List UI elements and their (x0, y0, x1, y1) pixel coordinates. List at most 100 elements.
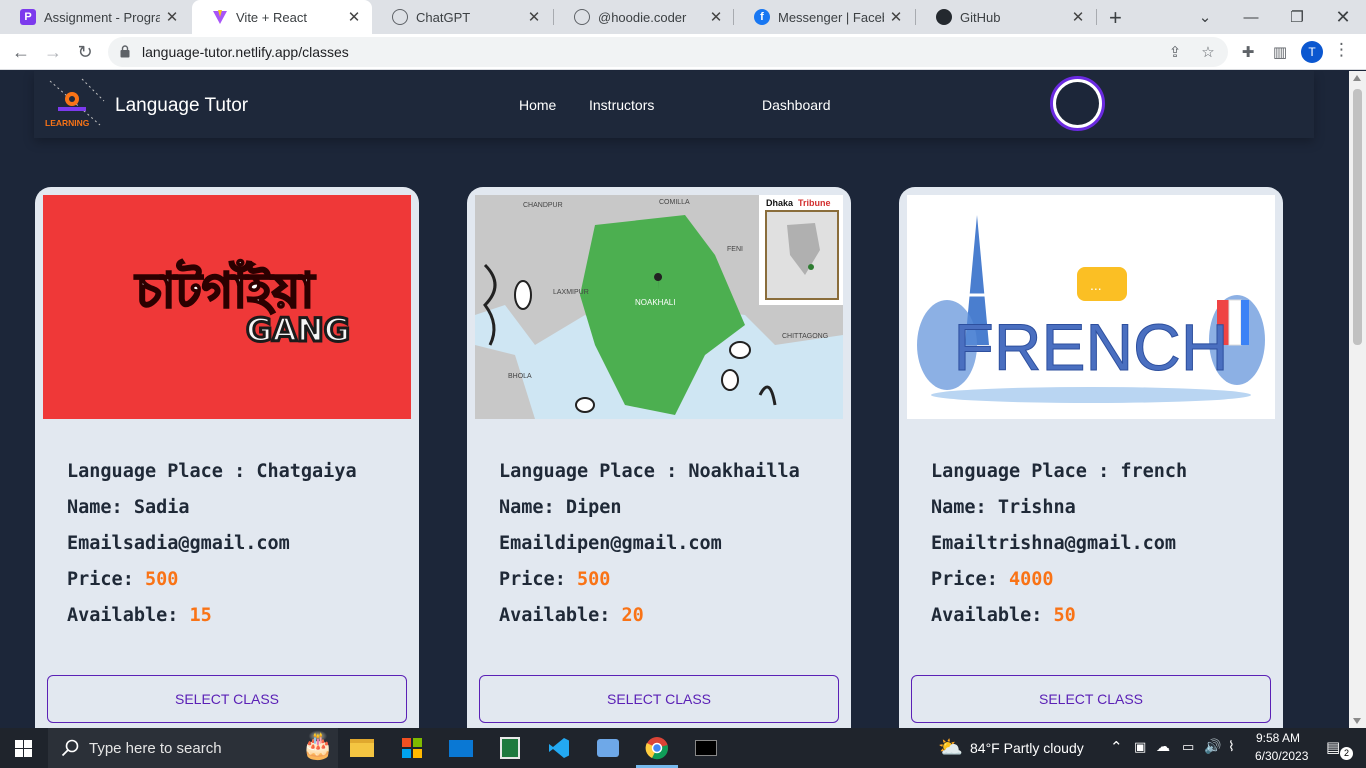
more-menu-icon[interactable]: ⋮ (1333, 40, 1350, 60)
svg-text:CHITTAGONG: CHITTAGONG (782, 333, 828, 340)
scroll-up-arrow-icon[interactable] (1353, 75, 1361, 81)
tab-assignment[interactable]: P Assignment - Program ✕ (0, 0, 190, 34)
share-icon[interactable]: ⇪ (1165, 42, 1185, 62)
taskbar-search-box[interactable]: Type here to search 🎂 (48, 728, 338, 768)
page-scrollbar[interactable] (1349, 71, 1366, 728)
close-tab-icon[interactable]: ✕ (1066, 8, 1090, 26)
mail-icon[interactable] (445, 732, 477, 764)
email-row: Emailsadia@gmail.com (67, 533, 290, 554)
search-icon (61, 739, 79, 757)
tab-messenger[interactable]: f Messenger | Facebook ✕ (734, 0, 914, 34)
close-tab-icon[interactable]: ✕ (522, 8, 546, 26)
extensions-puzzle-icon[interactable]: ✚ (1238, 42, 1258, 62)
onedrive-cloud-icon[interactable]: ☁ (1156, 738, 1170, 755)
birthday-cake-icon: 🎂 (301, 730, 334, 760)
user-avatar[interactable] (1050, 76, 1105, 131)
close-window-button[interactable]: ✕ (1320, 0, 1366, 34)
maximize-button[interactable]: ❐ (1274, 0, 1320, 34)
close-tab-icon[interactable]: ✕ (884, 8, 908, 26)
price-row: Price: 500 (499, 569, 611, 590)
tab-separator (1096, 9, 1097, 25)
class-card: চাটগাঁইয়া GANG Language Place : Chatgai… (35, 187, 419, 728)
price-value: 500 (576, 569, 611, 590)
clock-date[interactable]: 6/30/2023 (1255, 749, 1308, 763)
lock-icon (120, 45, 130, 58)
tab-search-chevron-icon[interactable]: ⌄ (1182, 0, 1228, 34)
tab-hoodie-coder[interactable]: @hoodie.coder ✕ (554, 0, 734, 34)
meet-now-icon[interactable]: ▣ (1134, 739, 1146, 755)
forward-arrow-icon[interactable]: → (41, 40, 65, 64)
facebook-favicon-icon: f (754, 9, 770, 25)
select-class-button[interactable]: SELECT CLASS (479, 675, 839, 723)
system-tray: ⛅ 84°F Partly cloudy ⌃ ▣ ☁ ▭ 🔊 ⌇ 9:58 AM… (938, 728, 1366, 768)
svg-text:চাটগাঁইয়া: চাটগাঁইয়া (134, 259, 317, 319)
instructor-name: Sadia (133, 497, 190, 518)
nav-link-home[interactable]: Home (519, 97, 556, 113)
site-brand-title[interactable]: Language Tutor (115, 95, 248, 117)
svg-text:GANG: GANG (246, 311, 350, 349)
available-seats: 15 (189, 605, 212, 626)
spreadsheet-app-icon[interactable] (494, 732, 526, 764)
vscode-icon[interactable] (543, 732, 575, 764)
tab-github[interactable]: GitHub ✕ (916, 0, 1096, 34)
weather-text[interactable]: 84°F Partly cloudy (970, 740, 1084, 756)
weather-partly-cloudy-icon[interactable]: ⛅ (938, 735, 963, 760)
url-text: language-tutor.netlify.app/classes (142, 44, 349, 60)
svg-text:FRENCH: FRENCH (954, 310, 1229, 384)
svg-text:...: ... (1090, 277, 1102, 293)
svg-text:Dhaka: Dhaka (766, 198, 794, 208)
side-panel-icon[interactable]: ▥ (1270, 42, 1290, 62)
wifi-icon[interactable]: ⌇ (1228, 738, 1235, 755)
select-class-button[interactable]: SELECT CLASS (47, 675, 407, 723)
close-tab-icon[interactable]: ✕ (342, 8, 366, 26)
profile-avatar[interactable]: T (1301, 41, 1323, 63)
class-card: CHANDPUR COMILLA FENI LAXMIPUR NOAKHALI … (467, 187, 851, 728)
scrollbar-thumb[interactable] (1353, 89, 1362, 345)
nav-link-instructors[interactable]: Instructors (589, 97, 654, 113)
instructor-name: Trishna (997, 497, 1076, 518)
new-tab-button[interactable]: + (1109, 5, 1122, 31)
tab-title: ChatGPT (416, 9, 471, 25)
site-logo[interactable]: LEARNING (42, 75, 108, 133)
language-place: Noakhailla (688, 461, 800, 482)
language-place-row: Language Place : french (931, 461, 1188, 482)
chevron-up-icon[interactable]: ⌃ (1110, 738, 1123, 756)
available-row: Available: 50 (931, 605, 1076, 626)
available-seats: 50 (1053, 605, 1076, 626)
battery-icon[interactable]: ▭ (1182, 739, 1194, 755)
search-placeholder: Type here to search (89, 739, 222, 757)
instructor-name-row: Name: Dipen (499, 497, 622, 518)
bookmark-star-icon[interactable]: ☆ (1198, 42, 1218, 62)
terminal-icon[interactable] (690, 732, 722, 764)
language-place-row: Language Place : Noakhailla (499, 461, 800, 482)
available-row: Available: 20 (499, 605, 644, 626)
back-arrow-icon[interactable]: ← (9, 40, 33, 64)
windows-start-icon[interactable] (15, 740, 32, 757)
tab-chatgpt[interactable]: ChatGPT ✕ (372, 0, 552, 34)
tab-separator (733, 9, 734, 25)
volume-icon[interactable]: 🔊 (1204, 738, 1221, 755)
reload-icon[interactable]: ↻ (73, 40, 97, 64)
svg-text:FENI: FENI (727, 246, 743, 253)
globe-favicon-icon (574, 9, 590, 25)
page-viewport: LEARNING Language Tutor Home Instructors… (0, 71, 1349, 728)
close-tab-icon[interactable]: ✕ (160, 8, 184, 26)
close-tab-icon[interactable]: ✕ (704, 8, 728, 26)
notification-center-icon[interactable]: ▤ (1326, 738, 1340, 756)
logo-text: LEARNING (45, 118, 90, 128)
address-bar[interactable]: language-tutor.netlify.app/classes ⇪ ☆ (108, 37, 1228, 67)
email-row: Emaildipen@gmail.com (499, 533, 722, 554)
svg-text:BHOLA: BHOLA (508, 373, 532, 380)
nav-link-dashboard[interactable]: Dashboard (762, 97, 831, 113)
file-explorer-icon[interactable] (346, 732, 378, 764)
app-window-icon[interactable] (592, 732, 624, 764)
select-class-button[interactable]: SELECT CLASS (911, 675, 1271, 723)
chrome-icon[interactable] (641, 732, 673, 764)
microsoft-store-icon[interactable] (396, 732, 428, 764)
tab-vite-react[interactable]: Vite + React ✕ (192, 0, 372, 34)
instructor-email: trishna@gmail.com (986, 533, 1177, 554)
clock-time[interactable]: 9:58 AM (1256, 731, 1300, 745)
minimize-button[interactable]: — (1228, 0, 1274, 34)
scroll-down-arrow-icon[interactable] (1353, 718, 1361, 724)
svg-text:LAXMIPUR: LAXMIPUR (553, 289, 589, 296)
